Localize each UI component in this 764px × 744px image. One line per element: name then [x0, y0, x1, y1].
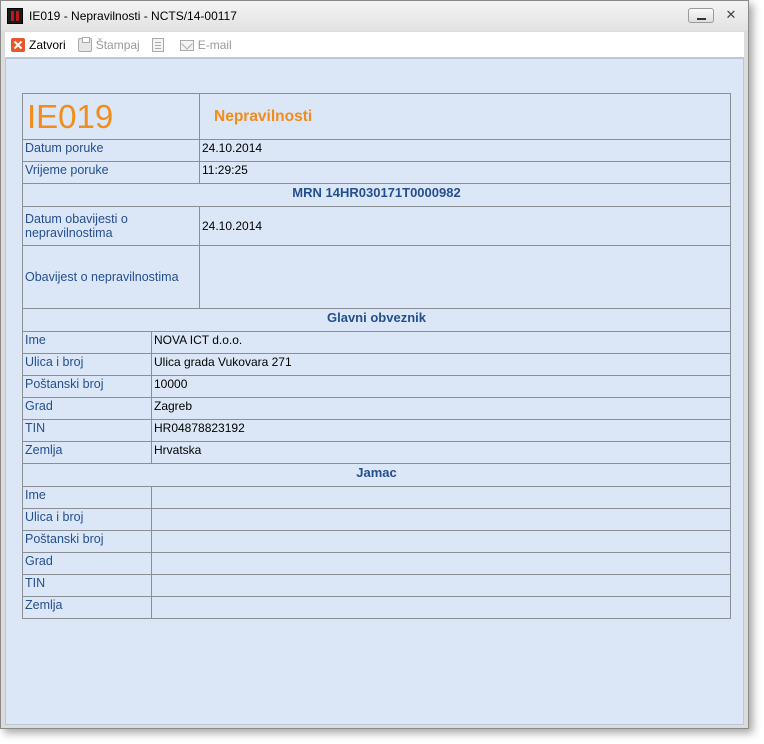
- table-row: Datum obavijesti o nepravilnostima 24.10…: [22, 206, 731, 246]
- window-close-button[interactable]: ✕: [720, 8, 742, 23]
- app-icon: [7, 8, 23, 24]
- header-row: IE019 Nepravilnosti: [22, 93, 731, 140]
- table-row: Glavni obveznik: [22, 308, 731, 332]
- principal-city-value: Zagreb: [151, 397, 731, 420]
- guarantor-postcode-value: [151, 530, 731, 553]
- message-date-label: Datum poruke: [22, 139, 200, 162]
- table-row: Ime: [22, 486, 731, 509]
- email-label: E-mail: [197, 37, 232, 52]
- guarantor-city-label: Grad: [22, 552, 152, 575]
- principal-heading: Glavni obveznik: [22, 308, 731, 332]
- guarantor-street-label: Ulica i broj: [22, 508, 152, 531]
- guarantor-city-value: [151, 552, 731, 575]
- guarantor-country-label: Zemlja: [22, 596, 152, 619]
- message-time-label: Vrijeme poruke: [22, 161, 200, 184]
- document-viewer: IE019 Nepravilnosti Datum poruke 24.10.2…: [5, 58, 744, 725]
- table-row: Ulica i broj Ulica grada Vukovara 271: [22, 353, 731, 376]
- guarantor-name-value: [151, 486, 731, 509]
- table-row: Zemlja: [22, 596, 731, 619]
- principal-tin-label: TIN: [22, 419, 152, 442]
- printer-icon: [77, 36, 92, 52]
- message-date-value: 24.10.2014: [199, 139, 731, 162]
- mrn-heading: MRN 14HR030171T0000982: [22, 183, 731, 207]
- table-row: Zemlja Hrvatska: [22, 441, 731, 464]
- close-document-button[interactable]: Zatvori: [11, 37, 66, 52]
- principal-name-value: NOVA ICT d.o.o.: [151, 331, 731, 354]
- table-row: Ulica i broj: [22, 508, 731, 531]
- toolbar: Zatvori Štampaj E-mail: [5, 32, 744, 58]
- message-time-value: 11:29:25: [199, 161, 731, 184]
- notice-date-label: Datum obavijesti o nepravilnostima: [22, 206, 200, 246]
- guarantor-heading: Jamac: [22, 463, 731, 487]
- table-row: Poštanski broj: [22, 530, 731, 553]
- export-button[interactable]: [151, 37, 168, 52]
- notice-label: Obavijest o nepravilnostima: [22, 245, 200, 309]
- close-icon: [11, 37, 25, 52]
- principal-postcode-label: Poštanski broj: [22, 375, 152, 398]
- document-title: Nepravilnosti: [199, 93, 731, 140]
- print-label: Štampaj: [95, 37, 140, 52]
- table-row: Grad: [22, 552, 731, 575]
- guarantor-name-label: Ime: [22, 486, 152, 509]
- principal-name-label: Ime: [22, 331, 152, 354]
- guarantor-tin-value: [151, 574, 731, 597]
- table-row: Jamac: [22, 463, 731, 487]
- principal-country-value: Hrvatska: [151, 441, 731, 464]
- principal-tin-value: HR04878823192: [151, 419, 731, 442]
- message-table: IE019 Nepravilnosti Datum poruke 24.10.2…: [22, 93, 731, 619]
- table-row: MRN 14HR030171T0000982: [22, 183, 731, 207]
- table-row: TIN: [22, 574, 731, 597]
- guarantor-street-value: [151, 508, 731, 531]
- principal-country-label: Zemlja: [22, 441, 152, 464]
- title-bar[interactable]: IE019 - Nepravilnosti - NCTS/14-00117 ✕: [1, 1, 748, 31]
- table-row: Grad Zagreb: [22, 397, 731, 420]
- table-row: Obavijest o nepravilnostima: [22, 245, 731, 309]
- principal-postcode-value: 10000: [151, 375, 731, 398]
- envelope-icon: [179, 40, 194, 51]
- minimize-button[interactable]: [688, 8, 714, 23]
- close-icon: ✕: [725, 8, 737, 23]
- table-row: Vrijeme poruke 11:29:25: [22, 161, 731, 184]
- principal-street-value: Ulica grada Vukovara 271: [151, 353, 731, 376]
- guarantor-country-value: [151, 596, 731, 619]
- table-row: Datum poruke 24.10.2014: [22, 139, 731, 162]
- minimize-icon: [696, 17, 706, 20]
- principal-city-label: Grad: [22, 397, 152, 420]
- table-row: Ime NOVA ICT d.o.o.: [22, 331, 731, 354]
- table-row: TIN HR04878823192: [22, 419, 731, 442]
- principal-street-label: Ulica i broj: [22, 353, 152, 376]
- guarantor-tin-label: TIN: [22, 574, 152, 597]
- guarantor-postcode-label: Poštanski broj: [22, 530, 152, 553]
- print-button[interactable]: Štampaj: [77, 36, 140, 52]
- notice-date-value: 24.10.2014: [199, 206, 731, 246]
- email-button[interactable]: E-mail: [179, 37, 232, 52]
- window-title: IE019 - Nepravilnosti - NCTS/14-00117: [29, 9, 237, 23]
- close-label: Zatvori: [29, 37, 66, 52]
- table-row: Poštanski broj 10000: [22, 375, 731, 398]
- message-code: IE019: [22, 93, 200, 140]
- document-icon: [151, 37, 164, 52]
- notice-value: [199, 245, 731, 309]
- app-window: IE019 - Nepravilnosti - NCTS/14-00117 ✕ …: [0, 0, 749, 729]
